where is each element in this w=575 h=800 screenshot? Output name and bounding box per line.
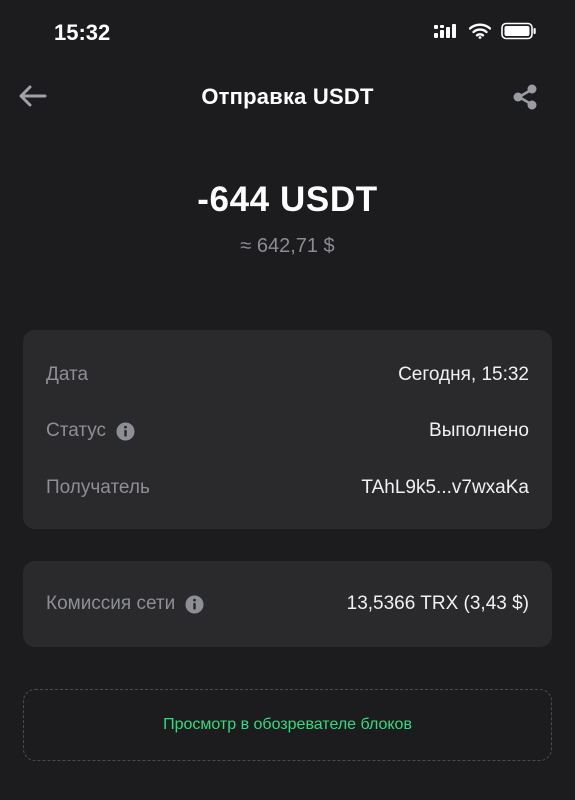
status-label-group: Статус	[46, 420, 135, 442]
date-row: Дата Сегодня, 15:32	[46, 361, 529, 389]
status-time: 15:32	[54, 20, 111, 45]
battery-icon	[501, 22, 536, 40]
share-icon	[513, 84, 537, 110]
status-value: Выполнено	[429, 420, 529, 441]
status-bar: 15:32	[0, 0, 575, 64]
status-label: Статус	[46, 420, 107, 441]
status-row: Статус Выполнено	[46, 417, 529, 445]
fiat-equivalent: ≈ 642,71 $	[240, 235, 335, 257]
recipient-row: Получатель TAhL9k5...v7wxaKa	[46, 474, 529, 502]
status-icons	[433, 22, 537, 40]
fee-value: 13,5366 TRX (3,43 $)	[346, 593, 529, 614]
info-icon[interactable]	[116, 421, 135, 441]
fee-row: Комиссия сети 13,5366 TRX (3,43 $)	[46, 590, 529, 618]
info-icon[interactable]	[185, 594, 204, 614]
network-fee-card: Комиссия сети 13,5366 TRX (3,43 $)	[23, 561, 552, 647]
explorer-button-label: Просмотр в обозревателе блоков	[163, 716, 412, 733]
transaction-details-card: Дата Сегодня, 15:32 Статус Выполнено Пол…	[23, 330, 552, 529]
share-button[interactable]	[511, 82, 541, 112]
transaction-amount: -644 USDT	[197, 180, 378, 219]
date-value: Сегодня, 15:32	[398, 364, 529, 385]
fee-label-group: Комиссия сети	[46, 593, 204, 615]
date-label: Дата	[46, 364, 89, 385]
page-title: Отправка USDT	[201, 84, 374, 109]
wifi-icon	[469, 23, 491, 39]
navigation-bar: Отправка USDT	[0, 72, 575, 122]
fee-label: Комиссия сети	[46, 593, 176, 614]
recipient-address[interactable]: TAhL9k5...v7wxaKa	[361, 477, 529, 499]
cellular-signal-icon	[434, 24, 456, 38]
view-in-block-explorer-button[interactable]: Просмотр в обозревателе блоков	[23, 689, 552, 761]
recipient-label: Получатель	[46, 477, 150, 498]
